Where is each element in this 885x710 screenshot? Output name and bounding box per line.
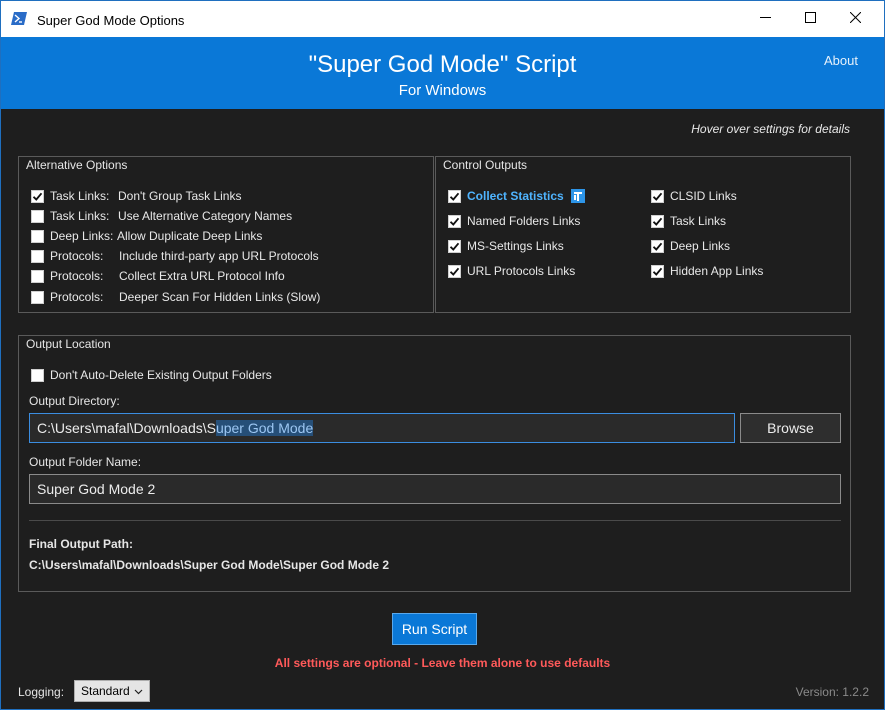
group-title: Output Location <box>26 337 111 351</box>
option-label: MS-Settings Links <box>467 239 564 253</box>
alt-option-task-group[interactable]: Task Links: Don't Group Task Links <box>31 189 241 203</box>
option-label: Collect Statistics <box>467 189 564 203</box>
option-category: Task Links: <box>50 209 110 223</box>
group-title: Control Outputs <box>443 158 528 172</box>
checkbox[interactable] <box>448 264 461 278</box>
no-autodelete-option[interactable]: Don't Auto-Delete Existing Output Folder… <box>31 368 272 382</box>
page-subtitle: For Windows <box>398 82 487 99</box>
option-label: Allow Duplicate Deep Links <box>117 229 263 243</box>
alt-option-category-names[interactable]: Task Links: Use Alternative Category Nam… <box>31 209 292 223</box>
option-category: Task Links: <box>50 189 110 203</box>
alt-option-extra-protocol-info[interactable]: Protocols: Collect Extra URL Protocol In… <box>31 269 285 283</box>
final-output-path-label: Final Output Path: <box>29 537 133 551</box>
logging-select[interactable]: Standard <box>74 680 150 702</box>
checkbox[interactable] <box>448 189 461 203</box>
minimize-icon <box>759 12 771 26</box>
checkbox[interactable] <box>651 239 664 253</box>
option-label: Don't Auto-Delete Existing Output Folder… <box>50 368 272 382</box>
powershell-icon <box>11 12 27 25</box>
option-label: Deep Links <box>670 239 731 253</box>
directory-text: C:\Users\mafal\Downloads\S <box>37 420 216 436</box>
alt-option-deeper-scan[interactable]: Protocols: Deeper Scan For Hidden Links … <box>31 290 320 304</box>
title-bar[interactable]: Super God Mode Options <box>1 1 884 37</box>
output-hidden-app-links[interactable]: Hidden App Links <box>651 264 763 278</box>
minimize-button[interactable] <box>742 1 788 37</box>
output-collect-statistics[interactable]: Collect Statistics <box>448 189 585 203</box>
checkbox[interactable] <box>651 264 664 278</box>
option-label: Use Alternative Category Names <box>118 209 293 223</box>
output-directory-input[interactable]: C:\Users\mafal\Downloads\Super God Mode <box>29 413 735 443</box>
output-named-folders[interactable]: Named Folders Links <box>448 214 580 228</box>
version-label: Version: 1.2.2 <box>795 685 869 699</box>
option-category: Protocols: <box>50 249 104 263</box>
alt-option-third-party-protocols[interactable]: Protocols: Include third-party app URL P… <box>31 249 319 263</box>
close-button[interactable] <box>832 1 878 37</box>
option-category: Protocols: <box>50 290 104 304</box>
final-output-path-value: C:\Users\mafal\Downloads\Super God Mode\… <box>29 558 390 572</box>
checkbox[interactable] <box>448 239 461 253</box>
checkbox[interactable] <box>31 209 44 223</box>
logging-selected-value: Standard <box>81 684 130 698</box>
output-clsid-links[interactable]: CLSID Links <box>651 189 737 203</box>
checkbox[interactable] <box>31 368 44 382</box>
checkbox[interactable] <box>31 269 44 283</box>
run-script-button[interactable]: Run Script <box>392 613 477 645</box>
output-deep-links[interactable]: Deep Links <box>651 239 730 253</box>
option-label: CLSID Links <box>670 189 737 203</box>
window-title: Super God Mode Options <box>37 13 185 28</box>
option-category: Protocols: <box>50 269 104 283</box>
output-folder-name-label: Output Folder Name: <box>29 455 142 469</box>
control-outputs-group: Control Outputs Collect Statistics Named… <box>435 156 851 313</box>
logging-label: Logging: <box>18 685 65 699</box>
alt-option-duplicate-deep-links[interactable]: Deep Links: Allow Duplicate Deep Links <box>31 229 262 243</box>
maximize-icon <box>804 12 816 26</box>
divider <box>29 520 841 521</box>
option-label: Don't Group Task Links <box>118 189 242 203</box>
checkbox[interactable] <box>31 189 44 203</box>
statistics-info-icon[interactable] <box>570 189 585 203</box>
option-label: Collect Extra URL Protocol Info <box>119 269 285 283</box>
output-task-links[interactable]: Task Links <box>651 214 726 228</box>
header-banner: "Super God Mode" Script For Windows Abou… <box>1 37 884 109</box>
page-title: "Super God Mode" Script <box>308 51 577 78</box>
directory-selected-text: uper God Mode <box>215 420 314 436</box>
browse-button[interactable]: Browse <box>740 413 841 443</box>
output-directory-label: Output Directory: <box>29 394 120 408</box>
option-label: Task Links <box>670 214 727 228</box>
checkbox[interactable] <box>448 214 461 228</box>
option-label: Hidden App Links <box>670 264 764 278</box>
option-label: Named Folders Links <box>467 214 581 228</box>
group-title: Alternative Options <box>26 158 128 172</box>
output-url-protocols[interactable]: URL Protocols Links <box>448 264 575 278</box>
option-category: Deep Links: <box>50 229 114 243</box>
option-label: URL Protocols Links <box>467 264 576 278</box>
about-link[interactable]: About <box>824 53 858 68</box>
maximize-button[interactable] <box>787 1 833 37</box>
alternative-options-group: Alternative Options Task Links: Don't Gr… <box>18 156 434 313</box>
output-location-group: Output Location Don't Auto-Delete Existi… <box>18 335 851 592</box>
checkbox[interactable] <box>31 290 44 304</box>
optional-settings-note: All settings are optional - Leave them a… <box>274 656 611 670</box>
checkbox[interactable] <box>651 189 664 203</box>
option-label: Include third-party app URL Protocols <box>119 249 319 263</box>
close-icon <box>849 11 861 26</box>
output-ms-settings[interactable]: MS-Settings Links <box>448 239 564 253</box>
option-label: Deeper Scan For Hidden Links (Slow) <box>119 290 321 304</box>
chevron-down-icon <box>134 684 143 698</box>
checkbox[interactable] <box>31 249 44 263</box>
output-folder-name-input[interactable]: Super God Mode 2 <box>29 474 841 504</box>
checkbox[interactable] <box>31 229 44 243</box>
checkbox[interactable] <box>651 214 664 228</box>
hover-hint: Hover over settings for details <box>691 122 850 136</box>
app-window: Super God Mode Options "Super God Mode" … <box>0 0 885 710</box>
